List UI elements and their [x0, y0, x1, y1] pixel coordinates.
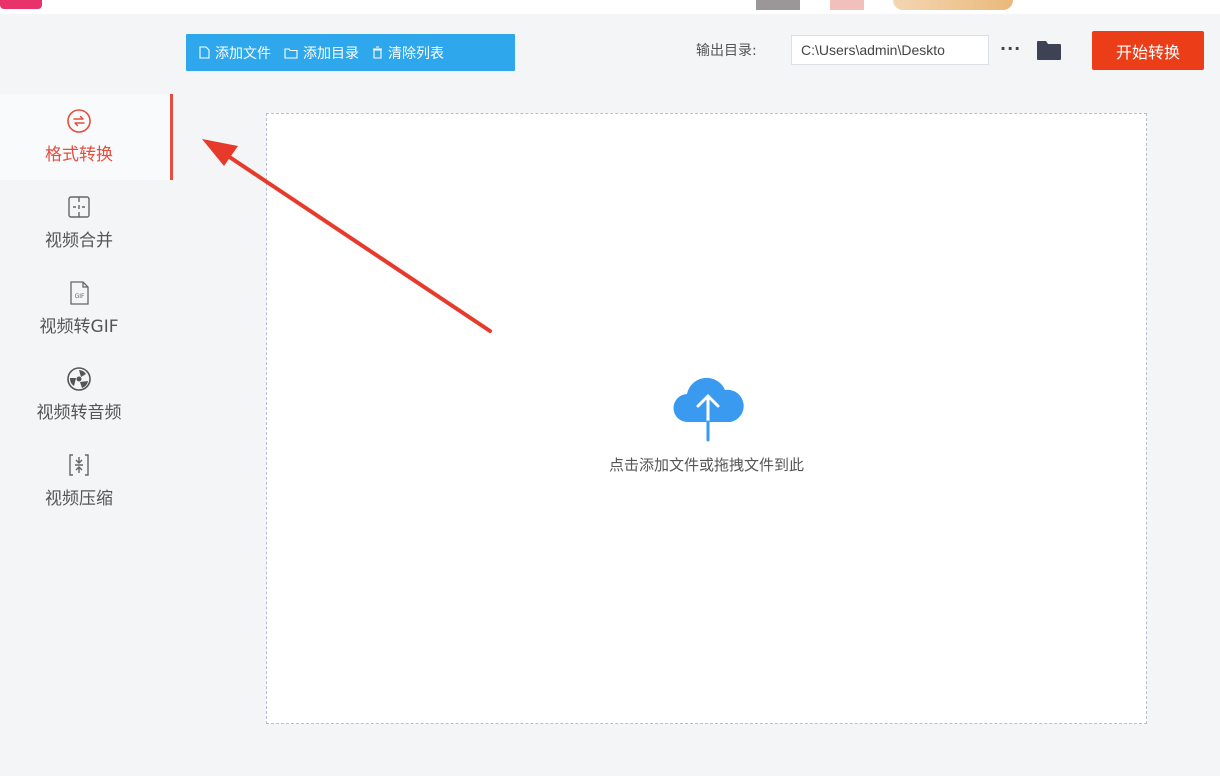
app-logo: [0, 0, 42, 9]
svg-text:GIF: GIF: [75, 293, 85, 300]
browse-more-button[interactable]: ···: [1000, 39, 1022, 59]
output-dir-input[interactable]: C:\Users\admin\Deskto: [791, 35, 989, 65]
gif-icon: GIF: [70, 281, 89, 305]
sidebar: 格式转换 视频合并 GIF 视频转GIF 视频转音频 视频压缩: [0, 14, 173, 776]
sidebar-item-label: 视频合并: [45, 231, 113, 251]
sidebar-item-video-merge[interactable]: 视频合并: [0, 180, 172, 266]
compress-icon: [69, 454, 89, 476]
add-directory-label: 添加目录: [303, 45, 359, 62]
sidebar-item-video-compress[interactable]: 视频压缩: [0, 438, 172, 524]
title-bar: [0, 0, 1220, 14]
add-file-button[interactable]: 添加文件: [186, 34, 271, 71]
cloud-upload-icon: [673, 377, 744, 442]
audio-icon: [67, 367, 91, 391]
sidebar-item-label: 视频转GIF: [39, 317, 119, 337]
sidebar-item-video-to-gif[interactable]: GIF 视频转GIF: [0, 266, 172, 352]
active-indicator: [170, 94, 173, 180]
output-dir-label: 输出目录:: [696, 43, 757, 59]
clear-list-label: 清除列表: [388, 45, 444, 62]
sidebar-item-label: 格式转换: [45, 145, 113, 165]
blurred-area: [830, 0, 864, 10]
blurred-area: [893, 0, 1013, 10]
clear-list-button[interactable]: 清除列表: [359, 34, 444, 71]
sidebar-item-label: 视频转音频: [36, 403, 122, 423]
open-folder-icon[interactable]: [1036, 39, 1062, 61]
start-convert-button[interactable]: 开始转换: [1092, 31, 1204, 70]
file-toolbar: 添加文件 添加目录 清除列表: [186, 34, 515, 71]
video-merge-icon: [68, 196, 90, 218]
file-drop-zone[interactable]: 点击添加文件或拖拽文件到此: [266, 113, 1147, 724]
add-directory-button[interactable]: 添加目录: [271, 34, 359, 71]
sidebar-item-video-to-audio[interactable]: 视频转音频: [0, 352, 172, 438]
format-convert-icon: [67, 109, 91, 133]
drop-hint-text: 点击添加文件或拖拽文件到此: [608, 456, 804, 474]
sidebar-item-format-convert[interactable]: 格式转换: [0, 94, 172, 180]
folder-outline-icon: [284, 47, 298, 59]
trash-icon: [373, 46, 382, 59]
file-icon: [199, 46, 210, 59]
sidebar-item-label: 视频压缩: [45, 489, 113, 509]
blurred-area: [756, 0, 800, 10]
add-file-label: 添加文件: [215, 45, 271, 62]
